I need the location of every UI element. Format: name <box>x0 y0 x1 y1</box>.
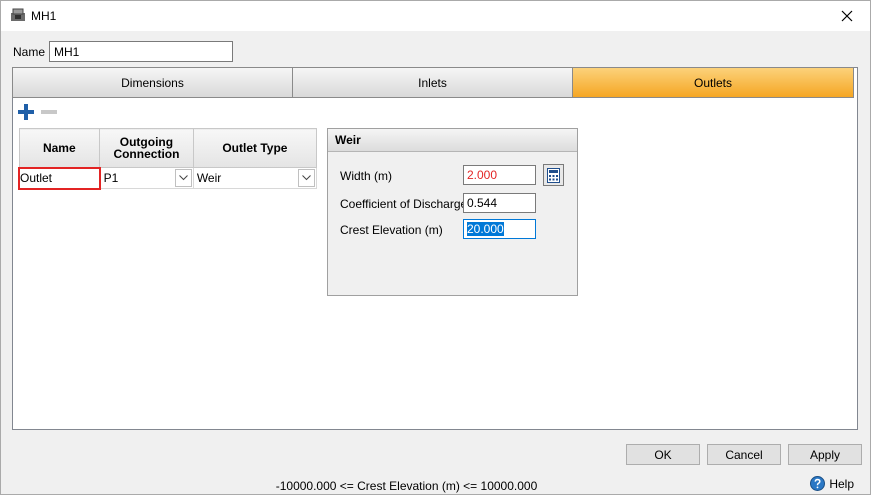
help-label: Help <box>829 476 854 491</box>
outlet-type-dropdown[interactable]: Weir <box>194 168 316 188</box>
column-header-name[interactable]: Name <box>18 128 101 168</box>
outlet-name-cell[interactable]: Outlet <box>18 166 101 190</box>
discharge-coefficient-label: Coefficient of Discharge <box>340 197 468 211</box>
help-link[interactable]: Help <box>810 476 854 491</box>
crest-elevation-label: Crest Elevation (m) <box>340 223 443 237</box>
column-header-connection-label: Outgoing Connection <box>113 135 180 161</box>
weir-properties-group: Weir Width (m) 2.000 Coefficient of Disc… <box>327 128 578 296</box>
outlets-grid: Name Outgoing Connection Outlet Type Out… <box>18 128 318 190</box>
manhole-icon <box>11 8 25 21</box>
discharge-coefficient-field[interactable]: 0.544 <box>463 193 536 213</box>
name-label: Name <box>13 45 46 59</box>
outgoing-connection-cell[interactable]: P1 <box>99 167 194 189</box>
help-icon <box>810 476 826 491</box>
calculator-icon <box>547 167 560 183</box>
close-button[interactable] <box>824 1 870 31</box>
apply-button[interactable]: Apply <box>788 444 862 465</box>
crest-elevation-value: 20.000 <box>467 222 504 236</box>
window-title: MH1 <box>31 9 57 23</box>
ok-button[interactable]: OK <box>626 444 700 465</box>
tab-strip: Dimensions Inlets Outlets <box>12 67 854 98</box>
width-field[interactable]: 2.000 <box>463 165 536 185</box>
table-row[interactable]: Outlet P1 Weir <box>18 166 318 190</box>
chevron-down-icon[interactable] <box>174 169 192 187</box>
crest-elevation-field[interactable]: 20.000 <box>463 219 536 239</box>
column-header-connection[interactable]: Outgoing Connection <box>99 128 194 168</box>
chevron-down-icon[interactable] <box>298 169 315 187</box>
minus-icon[interactable] <box>41 104 57 120</box>
outlet-type-value: Weir <box>196 171 222 185</box>
width-label: Width (m) <box>340 169 392 183</box>
outgoing-connection-value: P1 <box>103 171 119 185</box>
tab-inlets[interactable]: Inlets <box>293 67 573 98</box>
name-input[interactable] <box>49 41 233 62</box>
tab-outlets[interactable]: Outlets <box>573 67 854 98</box>
outlet-type-cell[interactable]: Weir <box>192 167 318 189</box>
title-bar: MH1 <box>1 1 870 31</box>
tab-dimensions[interactable]: Dimensions <box>12 67 293 98</box>
plus-icon[interactable] <box>18 104 34 120</box>
status-bar: -10000.000 <= Crest Elevation (m) <= 100… <box>1 473 870 495</box>
validation-message: -10000.000 <= Crest Elevation (m) <= 100… <box>275 479 538 493</box>
cancel-button[interactable]: Cancel <box>707 444 781 465</box>
outgoing-connection-dropdown[interactable]: P1 <box>101 168 193 188</box>
calculator-button[interactable] <box>543 164 564 186</box>
dialog-window: MH1 Name Dimensions Inlets Outlets Name … <box>0 0 871 495</box>
weir-group-title: Weir <box>328 129 577 152</box>
column-header-outlet-type[interactable]: Outlet Type <box>192 128 318 168</box>
close-icon <box>841 10 853 22</box>
